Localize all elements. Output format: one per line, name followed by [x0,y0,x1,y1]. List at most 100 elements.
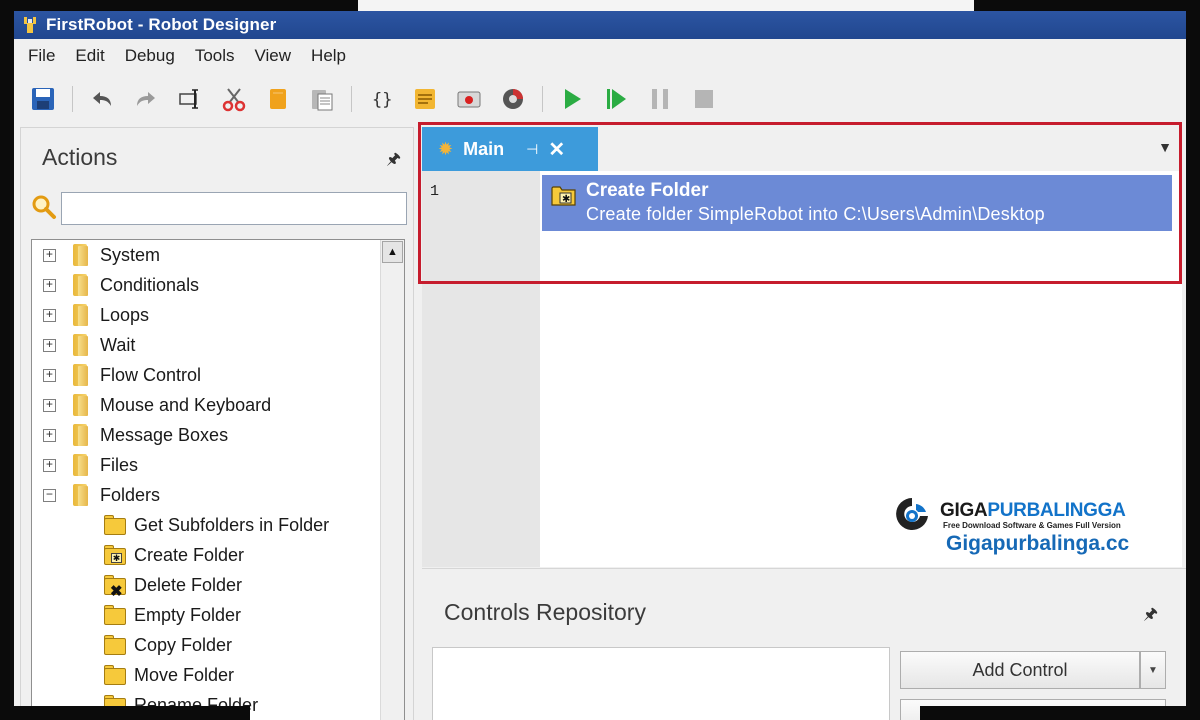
delete-folder-icon: ✖ [102,574,128,600]
scroll-up-button[interactable]: ▲ [382,241,403,263]
copy-icon[interactable] [263,85,293,113]
empty-folder-icon [102,604,128,626]
bottom-edge-black [0,706,250,720]
action-label: Empty Folder [134,604,242,625]
category-label: Files [100,454,139,475]
category-label: Flow Control [100,364,202,385]
search-icon [31,194,57,220]
tree-action-item[interactable]: Get Subfolders in Folder [102,510,329,540]
category-label: Loops [100,304,150,325]
expand-icon[interactable]: + [43,428,56,442]
bottom-edge-black [920,706,1200,720]
watermark-tagline: Free Download Software & Games Full Vers… [943,521,1121,530]
tree-category[interactable]: + Flow Control [32,360,201,390]
action-label: Move Folder [134,664,235,685]
title-bar: FirstRobot - Robot Designer [14,11,1186,39]
pin-icon[interactable]: 🖈 [1143,603,1158,630]
folder-icon [70,453,92,477]
rename-icon[interactable] [175,85,205,113]
toolbar: {} [28,83,733,115]
pin-icon[interactable]: ⊣ [526,141,538,158]
gear-icon: ✹ [438,138,454,159]
run-icon[interactable] [557,85,587,113]
action-label: Get Subfolders in Folder [134,514,330,535]
menu-tools[interactable]: Tools [195,46,235,66]
folder-icon [70,393,92,417]
step-title: Create Folder [586,180,709,201]
save-icon[interactable] [28,85,58,113]
watermark-logo-icon [890,494,934,534]
controls-list[interactable] [432,647,890,720]
tree-action-item[interactable]: ✱ Create Folder [102,540,244,570]
paste-icon[interactable] [307,85,337,113]
tree-scrollbar[interactable]: ▲ [380,240,404,720]
copy-folder-icon [102,634,128,656]
tree-category[interactable]: + Files [32,450,138,480]
tree-action-item[interactable]: Copy Folder [102,630,232,660]
browser-icon[interactable] [498,85,528,113]
expand-icon[interactable]: + [43,308,56,322]
tree-action-item[interactable]: Move Folder [102,660,234,690]
robot-designer-window: FirstRobot - Robot Designer File Edit De… [14,11,1186,720]
actions-search-input[interactable] [61,192,407,225]
menu-edit[interactable]: Edit [75,46,104,66]
notes-icon[interactable] [410,85,440,113]
expand-icon[interactable]: + [43,458,56,472]
expand-icon[interactable]: + [43,398,56,412]
menu-view[interactable]: View [255,46,292,66]
tree-category[interactable]: + Wait [32,330,135,360]
tree-category[interactable]: − Folders [32,480,160,510]
expand-icon[interactable]: + [43,338,56,352]
expand-icon[interactable]: + [43,278,56,292]
workflow-step-create-folder[interactable]: ✱ Create Folder Create folder SimpleRobo… [542,175,1172,231]
step-run-icon[interactable] [601,85,631,113]
stop-icon[interactable] [689,85,719,113]
move-folder-icon [102,664,128,686]
toolbar-separator [542,86,543,112]
menu-debug[interactable]: Debug [125,46,175,66]
cut-icon[interactable] [219,85,249,113]
folder-icon [70,363,92,387]
menu-file[interactable]: File [28,46,55,66]
tree-action-item[interactable]: ✖ Delete Folder [102,570,242,600]
redo-icon[interactable] [131,85,161,113]
actions-panel-title: Actions [42,144,118,170]
actions-tree: ▲ + System + Conditionals + Loops + Wait… [31,239,405,720]
line-number: 1 [430,183,440,200]
pause-icon[interactable] [645,85,675,113]
undo-icon[interactable] [87,85,117,113]
watermark-brand-giga: GIGA [940,500,988,521]
watermark-brand-purbalingga: PURBALINGGA [987,500,1126,521]
chevron-down-icon[interactable]: ▼ [1158,139,1172,155]
add-control-button[interactable]: Add Control [900,651,1140,689]
folder-icon [70,303,92,327]
tab-main-label: Main [463,138,505,159]
folder-icon [70,423,92,447]
create-folder-icon: ✱ [550,183,578,207]
category-label: System [100,244,161,265]
action-label: Create Folder [134,544,245,565]
tree-action-item[interactable]: Empty Folder [102,600,241,630]
record-icon[interactable] [454,85,484,113]
tree-category[interactable]: + Conditionals [32,270,199,300]
tree-category[interactable]: + Loops [32,300,149,330]
tree-category[interactable]: + System [32,240,160,270]
editor-tab-strip: ✹ Main ⊣ ✕ ▼ [422,127,1182,171]
category-label: Wait [100,334,136,355]
tree-category[interactable]: + Mouse and Keyboard [32,390,271,420]
screenshot-frame: FirstRobot - Robot Designer File Edit De… [0,0,1200,720]
pin-icon[interactable]: 🖈 [386,148,401,175]
close-icon[interactable]: ✕ [548,137,565,162]
watermark-url: Gigapurbalinga.cc [946,532,1130,555]
menu-help[interactable]: Help [311,46,346,66]
expand-icon[interactable]: + [43,248,56,262]
folder-icon [70,483,92,507]
braces-icon[interactable]: {} [366,85,396,113]
expand-icon[interactable]: + [43,368,56,382]
category-label: Mouse and Keyboard [100,394,272,415]
tree-category[interactable]: + Message Boxes [32,420,228,450]
collapse-icon[interactable]: − [43,488,56,502]
controls-repository-panel: Controls Repository 🖈 Add Control ▼ Remo… [422,568,1186,720]
chevron-down-icon[interactable]: ▼ [1140,651,1166,689]
tab-main[interactable]: ✹ Main ⊣ ✕ [422,127,598,171]
